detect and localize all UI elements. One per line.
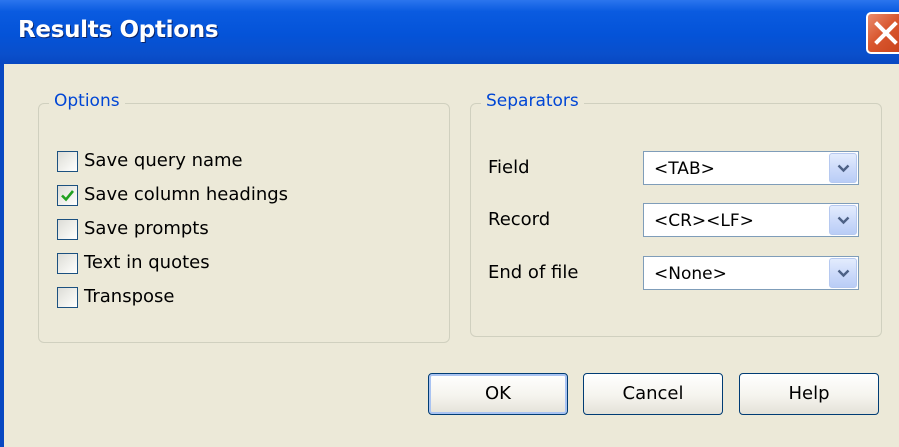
save-prompts-label[interactable]: Save prompts	[84, 218, 209, 239]
transpose-label[interactable]: Transpose	[84, 286, 174, 307]
text-in-quotes-checkbox[interactable]	[57, 253, 78, 274]
text-in-quotes-label[interactable]: Text in quotes	[84, 252, 210, 273]
help-button-label: Help	[788, 383, 830, 404]
options-group-legend: Options	[49, 91, 125, 111]
results-options-dialog: Results Options Options Save query name …	[0, 0, 899, 447]
field-separator-select[interactable]: <TAB>	[643, 151, 859, 185]
transpose-checkbox[interactable]	[57, 287, 78, 308]
cancel-button[interactable]: Cancel	[583, 373, 723, 415]
ok-button[interactable]: OK	[428, 373, 568, 415]
checkmark-icon	[61, 190, 75, 202]
save-prompts-checkbox[interactable]	[57, 219, 78, 240]
window-title: Results Options	[18, 17, 219, 43]
record-separator-select[interactable]: <CR><LF>	[643, 203, 859, 237]
record-separator-label: Record	[488, 209, 551, 230]
chevron-down-icon	[837, 269, 850, 278]
help-button[interactable]: Help	[739, 373, 879, 415]
end-of-file-value: <None>	[654, 264, 727, 284]
field-separator-dropdown-button[interactable]	[829, 153, 857, 183]
options-group: Options Save query name Save column head…	[38, 91, 450, 343]
separators-group: Separators Field <TAB> Record <CR><LF> E…	[470, 91, 882, 337]
end-of-file-dropdown-button[interactable]	[829, 258, 857, 288]
save-column-headings-label[interactable]: Save column headings	[84, 184, 288, 205]
save-column-headings-checkbox[interactable]	[57, 185, 78, 206]
ok-button-label: OK	[485, 383, 511, 404]
field-separator-value: <TAB>	[654, 159, 715, 179]
close-button[interactable]	[866, 12, 899, 54]
field-separator-label: Field	[488, 157, 530, 178]
save-query-name-label[interactable]: Save query name	[84, 150, 243, 171]
end-of-file-select[interactable]: <None>	[643, 256, 859, 290]
save-query-name-checkbox[interactable]	[57, 151, 78, 172]
window-frame-left	[0, 64, 4, 447]
title-bar[interactable]: Results Options	[0, 0, 899, 64]
chevron-down-icon	[837, 216, 850, 225]
chevron-down-icon	[837, 164, 850, 173]
cancel-button-label: Cancel	[622, 383, 684, 404]
close-icon	[874, 21, 898, 45]
record-separator-dropdown-button[interactable]	[829, 205, 857, 235]
separators-group-legend: Separators	[481, 91, 584, 111]
end-of-file-label: End of file	[488, 262, 579, 283]
record-separator-value: <CR><LF>	[654, 211, 754, 231]
